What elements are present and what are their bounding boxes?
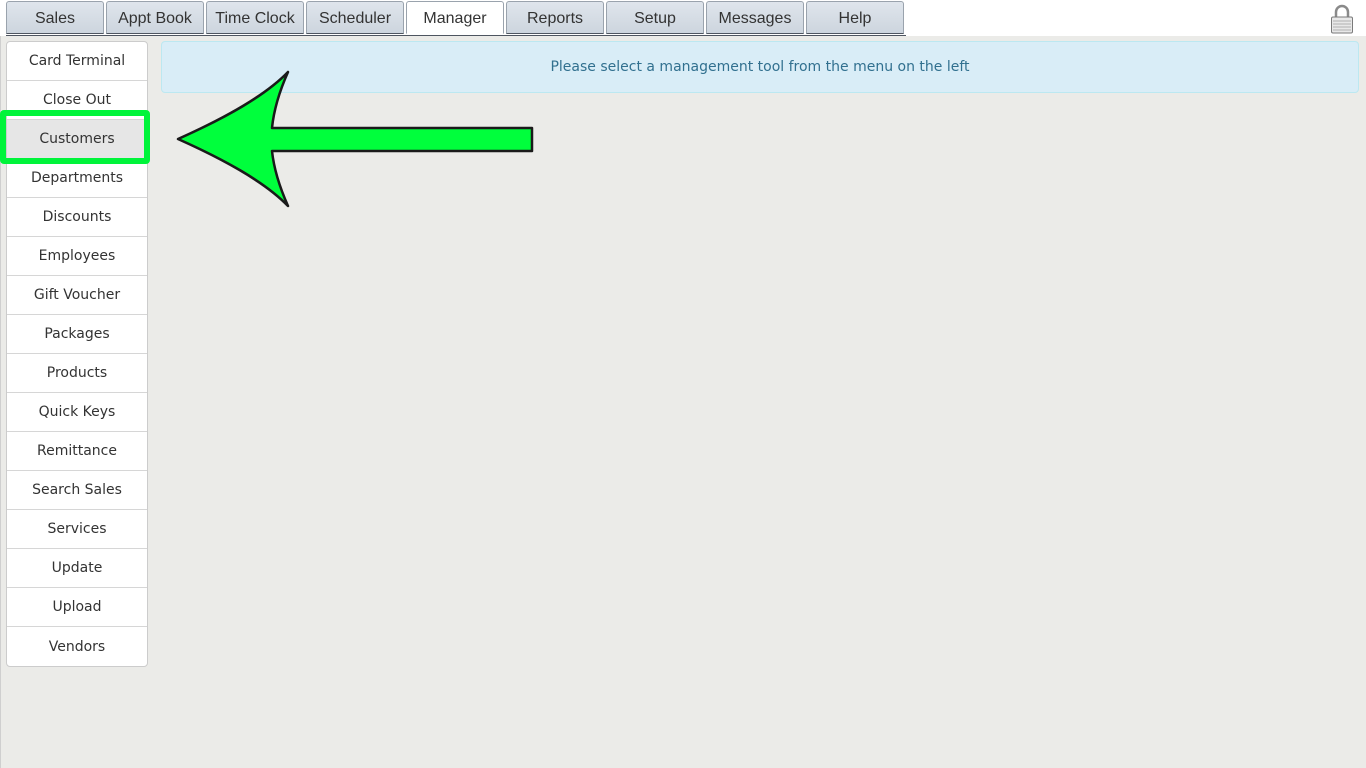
tab-messages[interactable]: Messages: [706, 1, 804, 34]
tab-manager[interactable]: Manager: [406, 1, 504, 34]
tab-setup[interactable]: Setup: [606, 1, 704, 34]
pointer-arrow-icon: [176, 70, 534, 208]
menu-item-departments[interactable]: Departments: [7, 159, 147, 198]
tab-bar: Sales Appt Book Time Clock Scheduler Man…: [6, 1, 906, 36]
menu-item-gift-voucher[interactable]: Gift Voucher: [7, 276, 147, 315]
menu-item-remittance[interactable]: Remittance: [7, 432, 147, 471]
tab-sales[interactable]: Sales: [6, 1, 104, 34]
menu-item-packages[interactable]: Packages: [7, 315, 147, 354]
window-edge: [0, 0, 1, 768]
menu-item-vendors[interactable]: Vendors: [7, 627, 147, 666]
menu-item-search-sales[interactable]: Search Sales: [7, 471, 147, 510]
menu-item-update[interactable]: Update: [7, 549, 147, 588]
menu-item-card-terminal[interactable]: Card Terminal: [7, 42, 147, 81]
menu-item-close-out[interactable]: Close Out: [7, 81, 147, 120]
menu-item-discounts[interactable]: Discounts: [7, 198, 147, 237]
tab-help[interactable]: Help: [806, 1, 904, 34]
tab-scheduler[interactable]: Scheduler: [306, 1, 404, 34]
menu-item-customers[interactable]: Customers: [7, 120, 147, 159]
menu-item-products[interactable]: Products: [7, 354, 147, 393]
tab-reports[interactable]: Reports: [506, 1, 604, 34]
menu-item-quick-keys[interactable]: Quick Keys: [7, 393, 147, 432]
manager-sidebar-menu: Card Terminal Close Out Customers Depart…: [6, 41, 148, 667]
tab-time-clock[interactable]: Time Clock: [206, 1, 304, 34]
app-window: Sales Appt Book Time Clock Scheduler Man…: [0, 0, 1366, 768]
tab-underline: [6, 35, 906, 36]
top-nav-bar: Sales Appt Book Time Clock Scheduler Man…: [0, 0, 1366, 36]
info-message-text: Please select a management tool from the…: [550, 59, 970, 75]
menu-item-upload[interactable]: Upload: [7, 588, 147, 627]
menu-item-services[interactable]: Services: [7, 510, 147, 549]
tab-appt-book[interactable]: Appt Book: [106, 1, 204, 34]
menu-item-employees[interactable]: Employees: [7, 237, 147, 276]
padlock-icon[interactable]: [1330, 4, 1354, 34]
